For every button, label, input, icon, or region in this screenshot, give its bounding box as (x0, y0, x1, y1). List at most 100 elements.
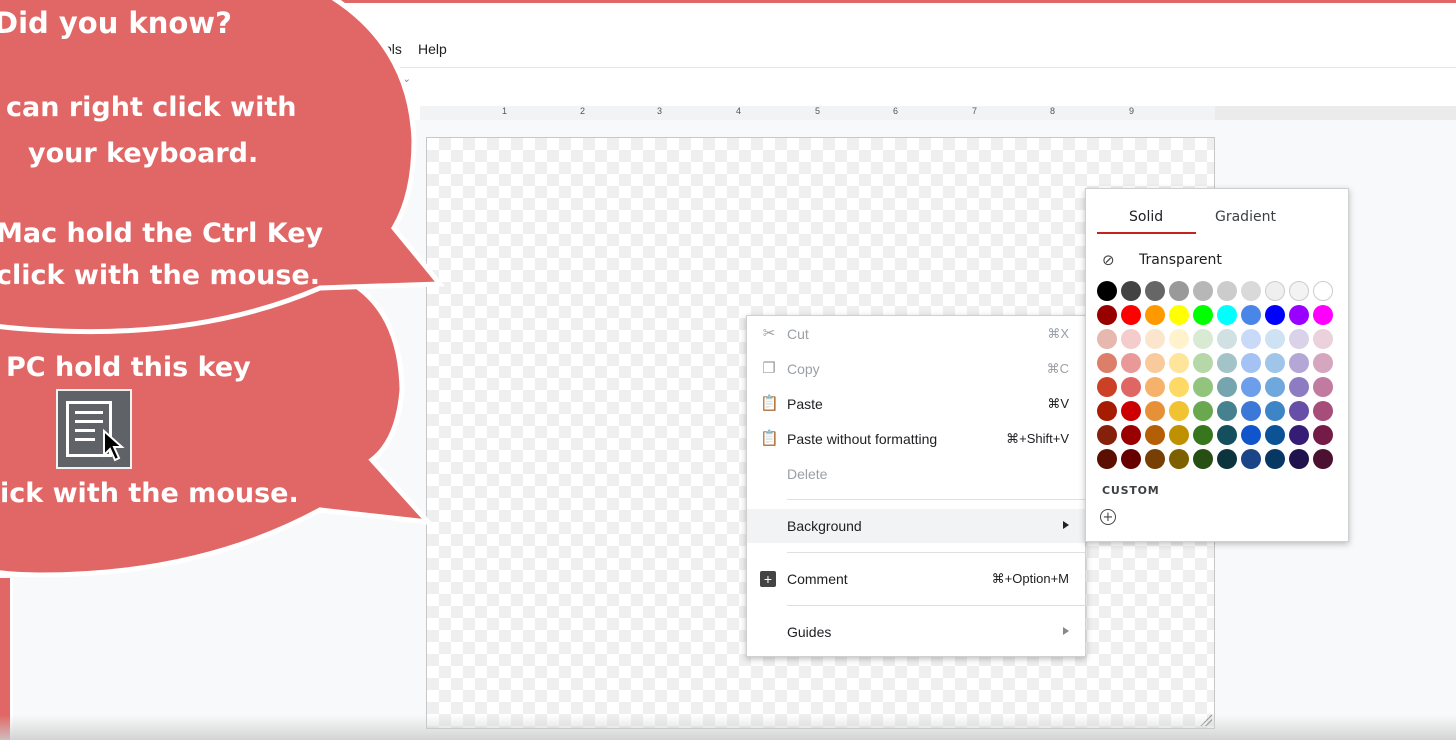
color-swatch[interactable] (1145, 425, 1165, 445)
color-swatch[interactable] (1193, 449, 1213, 469)
color-swatch[interactable] (1121, 425, 1141, 445)
color-swatch[interactable] (1289, 425, 1309, 445)
tab-gradient[interactable]: Gradient (1215, 209, 1276, 225)
color-swatch[interactable] (1265, 377, 1285, 397)
color-swatch[interactable] (1097, 425, 1117, 445)
menu-item-paste-without-formatting[interactable]: 📋 Paste without formatting ⌘+Shift+V (747, 422, 1085, 456)
color-swatch[interactable] (1169, 305, 1189, 325)
color-swatch[interactable] (1265, 449, 1285, 469)
color-swatch[interactable] (1241, 281, 1261, 301)
color-swatch[interactable] (1121, 449, 1141, 469)
ruler-number: 9 (1129, 106, 1135, 116)
color-swatch[interactable] (1097, 377, 1117, 397)
color-swatch[interactable] (1217, 305, 1237, 325)
color-swatch[interactable] (1241, 305, 1261, 325)
color-swatch[interactable] (1289, 305, 1309, 325)
color-swatch[interactable] (1217, 401, 1237, 421)
color-swatch[interactable] (1193, 425, 1213, 445)
color-swatch[interactable] (1241, 353, 1261, 373)
color-swatch[interactable] (1193, 305, 1213, 325)
color-swatch[interactable] (1265, 401, 1285, 421)
color-swatch[interactable] (1193, 377, 1213, 397)
color-swatch[interactable] (1121, 305, 1141, 325)
color-swatch[interactable] (1121, 353, 1141, 373)
color-swatch[interactable] (1145, 281, 1165, 301)
color-swatch[interactable] (1313, 449, 1333, 469)
color-swatch[interactable] (1217, 449, 1237, 469)
clipboard-icon: 📋 (760, 395, 779, 412)
color-swatch[interactable] (1265, 353, 1285, 373)
color-swatch[interactable] (1145, 305, 1165, 325)
menu-item-copy[interactable]: ❐ Copy ⌘C (747, 352, 1085, 386)
color-swatch[interactable] (1145, 401, 1165, 421)
color-swatch[interactable] (1289, 377, 1309, 397)
color-swatch[interactable] (1121, 401, 1141, 421)
color-swatch[interactable] (1193, 401, 1213, 421)
color-swatch[interactable] (1145, 377, 1165, 397)
color-swatch[interactable] (1241, 329, 1261, 349)
color-swatch[interactable] (1313, 425, 1333, 445)
color-swatch[interactable] (1313, 281, 1333, 301)
ruler-number: 5 (815, 106, 821, 116)
color-swatch[interactable] (1169, 449, 1189, 469)
color-swatch[interactable] (1145, 353, 1165, 373)
color-swatch[interactable] (1313, 329, 1333, 349)
menu-item-cut[interactable]: ✂ Cut ⌘X (747, 317, 1085, 351)
color-swatch[interactable] (1241, 449, 1261, 469)
color-swatch[interactable] (1097, 305, 1117, 325)
color-swatch[interactable] (1289, 353, 1309, 373)
menu-item-background[interactable]: Background (747, 509, 1085, 543)
color-swatch[interactable] (1169, 281, 1189, 301)
color-swatch[interactable] (1169, 425, 1189, 445)
no-fill-icon: ⊘ (1102, 251, 1115, 269)
menu-item-paste[interactable]: 📋 Paste ⌘V (747, 387, 1085, 421)
color-swatch[interactable] (1169, 329, 1189, 349)
callout-line: click with the mouse. (0, 260, 320, 291)
color-swatch[interactable] (1241, 401, 1261, 421)
color-swatch[interactable] (1313, 353, 1333, 373)
color-swatch[interactable] (1169, 401, 1189, 421)
menu-item-comment[interactable]: + Comment ⌘+Option+M (747, 562, 1085, 596)
horizontal-ruler[interactable]: 1 2 3 4 5 6 7 8 9 (420, 106, 1215, 121)
color-swatch[interactable] (1145, 449, 1165, 469)
color-swatch[interactable] (1217, 425, 1237, 445)
color-swatch[interactable] (1193, 281, 1213, 301)
color-swatch[interactable] (1097, 401, 1117, 421)
color-swatch[interactable] (1097, 281, 1117, 301)
menu-item-delete[interactable]: Delete (747, 457, 1085, 491)
color-swatch[interactable] (1169, 377, 1189, 397)
color-swatch[interactable] (1217, 353, 1237, 373)
menu-item-guides[interactable]: Guides (747, 615, 1085, 649)
color-swatch[interactable] (1097, 449, 1117, 469)
color-swatch[interactable] (1097, 329, 1117, 349)
color-swatch[interactable] (1313, 377, 1333, 397)
color-swatch[interactable] (1121, 329, 1141, 349)
color-swatch[interactable] (1217, 377, 1237, 397)
color-swatch[interactable] (1169, 353, 1189, 373)
color-swatch[interactable] (1217, 281, 1237, 301)
color-swatch[interactable] (1289, 281, 1309, 301)
color-swatch[interactable] (1313, 401, 1333, 421)
color-swatch[interactable] (1217, 329, 1237, 349)
callout-line: your keyboard. (28, 138, 259, 169)
add-custom-color-icon[interactable]: + (1100, 509, 1116, 525)
color-swatch[interactable] (1145, 329, 1165, 349)
color-swatch[interactable] (1265, 425, 1285, 445)
color-swatch[interactable] (1121, 377, 1141, 397)
tab-solid[interactable]: Solid (1129, 209, 1163, 225)
color-swatch[interactable] (1097, 353, 1117, 373)
color-swatch[interactable] (1289, 329, 1309, 349)
color-swatch[interactable] (1241, 425, 1261, 445)
color-swatch[interactable] (1121, 281, 1141, 301)
color-swatch[interactable] (1241, 377, 1261, 397)
color-swatch[interactable] (1289, 449, 1309, 469)
color-swatch[interactable] (1289, 401, 1309, 421)
scissors-icon: ✂ (762, 325, 776, 342)
color-swatch[interactable] (1193, 329, 1213, 349)
color-swatch[interactable] (1265, 329, 1285, 349)
color-swatch[interactable] (1193, 353, 1213, 373)
color-swatch[interactable] (1265, 281, 1285, 301)
color-swatch[interactable] (1313, 305, 1333, 325)
key-doc-line (75, 438, 95, 441)
color-swatch[interactable] (1265, 305, 1285, 325)
